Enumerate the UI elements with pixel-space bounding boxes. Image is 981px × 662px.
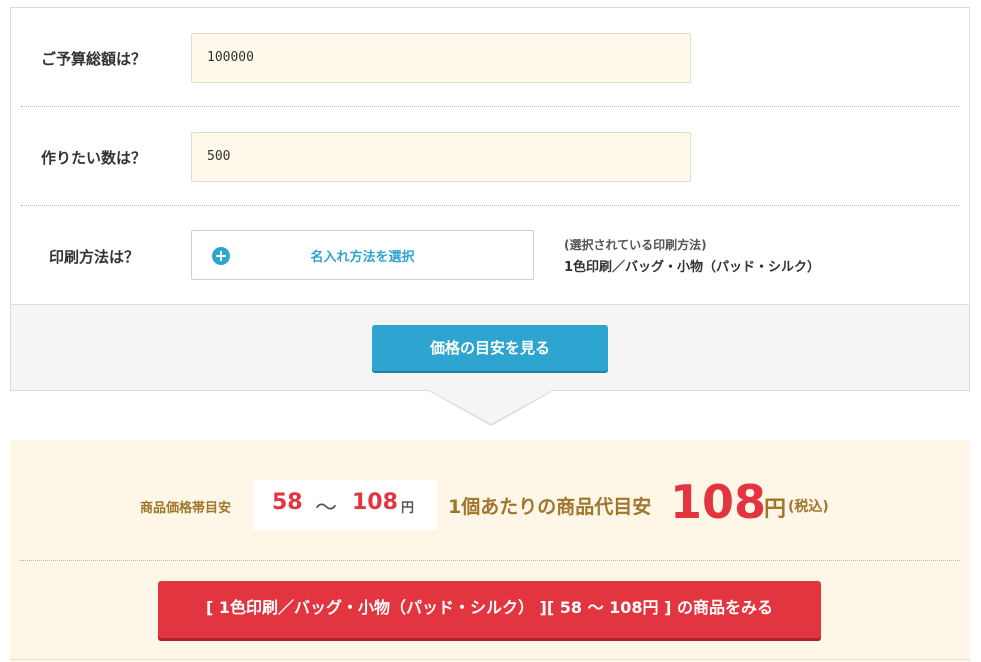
action-bar: 価格の目安を見る [11, 304, 969, 390]
per-unit-price-label: 1個あたりの商品代目安 [448, 496, 652, 518]
price-range-separator: 〜 [315, 496, 338, 521]
tax-included-note: (税込) [788, 499, 829, 515]
select-print-method-label: 名入れ方法を選択 [310, 250, 415, 265]
divider [20, 560, 960, 561]
bottom-border [10, 659, 970, 660]
view-products-button[interactable]: [ 1色印刷／バッグ・小物（パッド・シルク） ][ 58 〜 108円 ] の商… [158, 581, 821, 638]
per-unit-price-value: 108 [670, 475, 767, 529]
down-arrow-indicator-fill [429, 390, 553, 424]
budget-input[interactable]: 100000 [191, 33, 691, 83]
divider [21, 205, 959, 206]
selected-method-caption: (選択されている印刷方法) [564, 238, 707, 252]
price-range-box: 58 〜 108 円 [253, 480, 437, 530]
per-unit-price-currency: 円 [764, 497, 787, 522]
price-range-min: 58 [272, 490, 303, 515]
selected-method-value: 1色印刷／バッグ・小物（パッド・シルク） [564, 260, 821, 275]
budget-label: ご予算総額は？ [41, 50, 147, 68]
quantity-input[interactable]: 500 [191, 132, 691, 182]
price-estimate-form: ご予算総額は？ 100000 作りたい数は？ 500 印刷方法は？ 名入れ方法を… [10, 7, 970, 391]
view-estimate-button[interactable]: 価格の目安を見る [372, 325, 608, 371]
price-range-max: 108 [352, 490, 398, 515]
quantity-label: 作りたい数は？ [41, 149, 147, 167]
print-method-label: 印刷方法は？ [49, 248, 140, 266]
select-print-method-button[interactable]: 名入れ方法を選択 [191, 230, 534, 280]
price-range-unit: 円 [401, 501, 415, 516]
divider [21, 106, 959, 107]
estimate-result-panel: 商品価格帯目安 58 〜 108 円 1個あたりの商品代目安 108 円 (税込… [10, 440, 970, 662]
price-range-label: 商品価格帯目安 [140, 501, 232, 516]
